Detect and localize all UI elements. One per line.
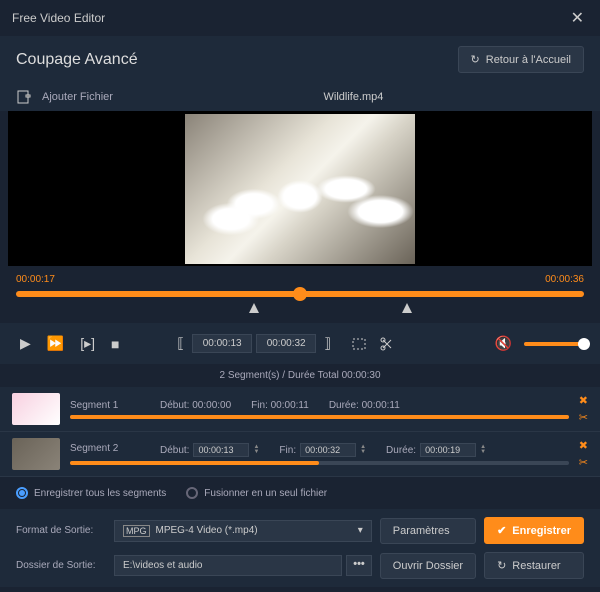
folder-value: E:\videos et audio bbox=[123, 560, 203, 571]
trim-in-marker[interactable] bbox=[249, 303, 259, 313]
browse-button[interactable]: ••• bbox=[346, 555, 372, 576]
save-all-radio[interactable]: Enregistrer tous les segments bbox=[16, 487, 166, 499]
spinner[interactable]: ▲▼ bbox=[360, 445, 366, 455]
back-home-button[interactable]: ↻ Retour à l'Accueil bbox=[458, 46, 584, 73]
check-icon: ✔ bbox=[497, 524, 506, 537]
back-home-label: Retour à l'Accueil bbox=[486, 54, 571, 66]
format-value: MPEG-4 Video (*.mp4) bbox=[156, 525, 258, 536]
trim-out-input[interactable] bbox=[256, 334, 316, 353]
segment-name: Segment 1 bbox=[70, 400, 140, 411]
cut-segment-icon[interactable]: ✂ bbox=[579, 456, 588, 469]
set-in-button[interactable]: ⟦ bbox=[173, 331, 188, 356]
segment-time-input[interactable] bbox=[420, 443, 476, 457]
volume-icon[interactable]: 🔇 bbox=[491, 331, 516, 356]
segment-track[interactable] bbox=[70, 461, 569, 465]
save-all-label: Enregistrer tous les segments bbox=[34, 488, 166, 499]
trim-in-input[interactable] bbox=[192, 334, 252, 353]
cut-segment-icon[interactable]: ✂ bbox=[579, 411, 588, 424]
folder-input[interactable]: E:\videos et audio bbox=[114, 555, 342, 576]
set-out-button[interactable]: ⟧ bbox=[320, 331, 335, 356]
preview-frame bbox=[185, 114, 415, 264]
trim-out-marker[interactable] bbox=[402, 303, 412, 313]
format-label: Format de Sortie: bbox=[16, 525, 106, 536]
fast-forward-button[interactable]: ⏩ bbox=[43, 331, 68, 356]
close-icon[interactable]: ✕ bbox=[567, 8, 588, 28]
segment-thumbnail[interactable] bbox=[12, 438, 60, 470]
segment-track[interactable] bbox=[70, 415, 569, 419]
chevron-down-icon: ▾ bbox=[358, 525, 363, 536]
stop-button[interactable]: ■ bbox=[107, 332, 123, 356]
restore-button[interactable]: ↻ Restaurer bbox=[484, 552, 584, 579]
segment-time-input[interactable] bbox=[300, 443, 356, 457]
delete-segment-icon[interactable]: ✖ bbox=[579, 394, 588, 407]
current-filename: Wildlife.mp4 bbox=[123, 91, 584, 103]
folder-label: Dossier de Sortie: bbox=[16, 560, 106, 571]
spinner[interactable]: ▲▼ bbox=[253, 445, 259, 455]
split-button[interactable] bbox=[347, 332, 371, 356]
timeline-track[interactable] bbox=[16, 291, 584, 297]
save-button[interactable]: ✔ Enregistrer bbox=[484, 517, 584, 544]
merge-radio[interactable]: Fusionner en un seul fichier bbox=[186, 487, 327, 499]
save-label: Enregistrer bbox=[512, 525, 571, 537]
merge-label: Fusionner en un seul fichier bbox=[204, 488, 327, 499]
segments-summary: 2 Segment(s) / Durée Total 00:00:30 bbox=[0, 364, 600, 387]
params-button[interactable]: Paramètres bbox=[380, 518, 476, 544]
segment-name: Segment 2 bbox=[70, 443, 140, 457]
open-folder-button[interactable]: Ouvrir Dossier bbox=[380, 553, 476, 579]
segment-row: Segment 1 Début: 00:00:00 Fin: 00:00:11 … bbox=[0, 387, 600, 432]
delete-segment-icon[interactable]: ✖ bbox=[579, 439, 588, 452]
segment-row: Segment 2 Début: ▲▼ Fin: ▲▼ Durée: ▲▼ ✖ … bbox=[0, 432, 600, 477]
refresh-icon: ↻ bbox=[471, 53, 480, 66]
add-file-icon[interactable] bbox=[16, 89, 32, 105]
app-title: Free Video Editor bbox=[12, 11, 105, 25]
cut-button[interactable] bbox=[375, 332, 399, 356]
playhead[interactable] bbox=[293, 287, 307, 301]
segment-thumbnail[interactable] bbox=[12, 393, 60, 425]
restore-icon: ↻ bbox=[497, 559, 506, 572]
timeline-start: 00:00:17 bbox=[16, 274, 55, 285]
step-button[interactable]: [▸] bbox=[76, 331, 99, 356]
play-button[interactable]: ▶ bbox=[16, 331, 35, 356]
segment-time-input[interactable] bbox=[193, 443, 249, 457]
add-file-label[interactable]: Ajouter Fichier bbox=[42, 91, 113, 103]
timeline-end: 00:00:36 bbox=[545, 274, 584, 285]
volume-slider[interactable] bbox=[524, 342, 584, 346]
spinner[interactable]: ▲▼ bbox=[480, 445, 486, 455]
format-select[interactable]: MPG MPEG-4 Video (*.mp4) ▾ bbox=[114, 520, 372, 542]
video-preview[interactable] bbox=[8, 111, 592, 266]
restore-label: Restaurer bbox=[512, 560, 560, 572]
format-icon: MPG bbox=[123, 525, 150, 537]
page-title: Coupage Avancé bbox=[16, 51, 138, 69]
